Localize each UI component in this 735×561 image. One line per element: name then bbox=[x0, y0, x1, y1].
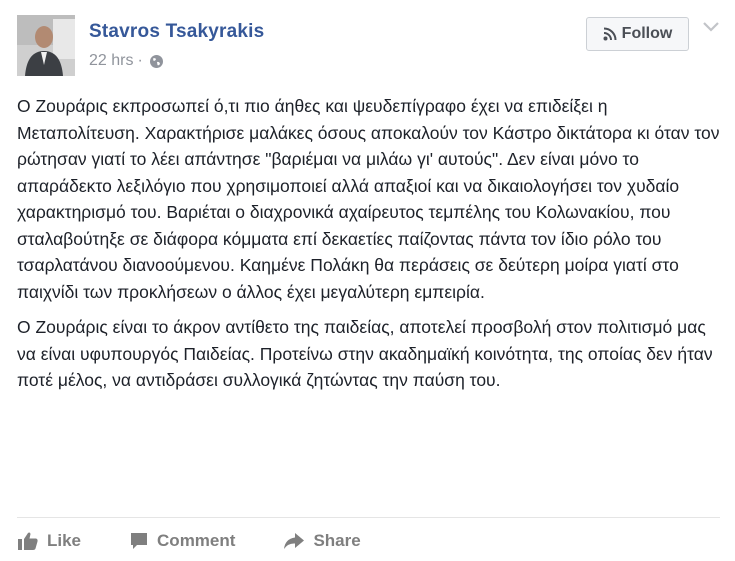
timestamp[interactable]: 22 hrs bbox=[89, 52, 133, 70]
author-name[interactable]: Stavros Tsakyrakis bbox=[89, 21, 264, 43]
globe-icon[interactable] bbox=[149, 54, 164, 69]
share-arrow-icon bbox=[284, 533, 305, 549]
comment-label: Comment bbox=[157, 531, 236, 550]
share-button[interactable]: Share bbox=[283, 531, 361, 551]
comment-button[interactable]: Comment bbox=[129, 531, 235, 551]
chevron-down-icon[interactable] bbox=[702, 20, 720, 34]
action-bar: Like Comment Share bbox=[17, 526, 409, 556]
post-paragraph: Ο Ζουράρις είναι το άκρον αντίθετο της π… bbox=[17, 317, 713, 390]
avatar[interactable] bbox=[17, 15, 75, 76]
rss-icon bbox=[603, 27, 617, 41]
post-paragraph: Ο Ζουράρις εκπροσωπεί ό,τι πιο άηθες και… bbox=[17, 96, 720, 302]
follow-label: Follow bbox=[621, 25, 673, 42]
post-body: Ο Ζουράρις εκπροσωπεί ό,τι πιο άηθες και… bbox=[17, 93, 720, 403]
share-label: Share bbox=[313, 531, 361, 550]
follow-button[interactable]: Follow bbox=[586, 17, 689, 51]
avatar-photo bbox=[17, 15, 75, 76]
comment-icon bbox=[131, 533, 148, 549]
divider bbox=[17, 517, 720, 518]
meta-separator: · bbox=[137, 52, 143, 69]
facebook-post: Stavros Tsakyrakis 22 hrs · Follow Ο Ζου… bbox=[0, 0, 735, 561]
post-meta: 22 hrs · bbox=[89, 52, 164, 70]
like-label: Like bbox=[47, 531, 82, 550]
like-button[interactable]: Like bbox=[17, 531, 81, 551]
thumbs-up-icon bbox=[18, 532, 38, 550]
